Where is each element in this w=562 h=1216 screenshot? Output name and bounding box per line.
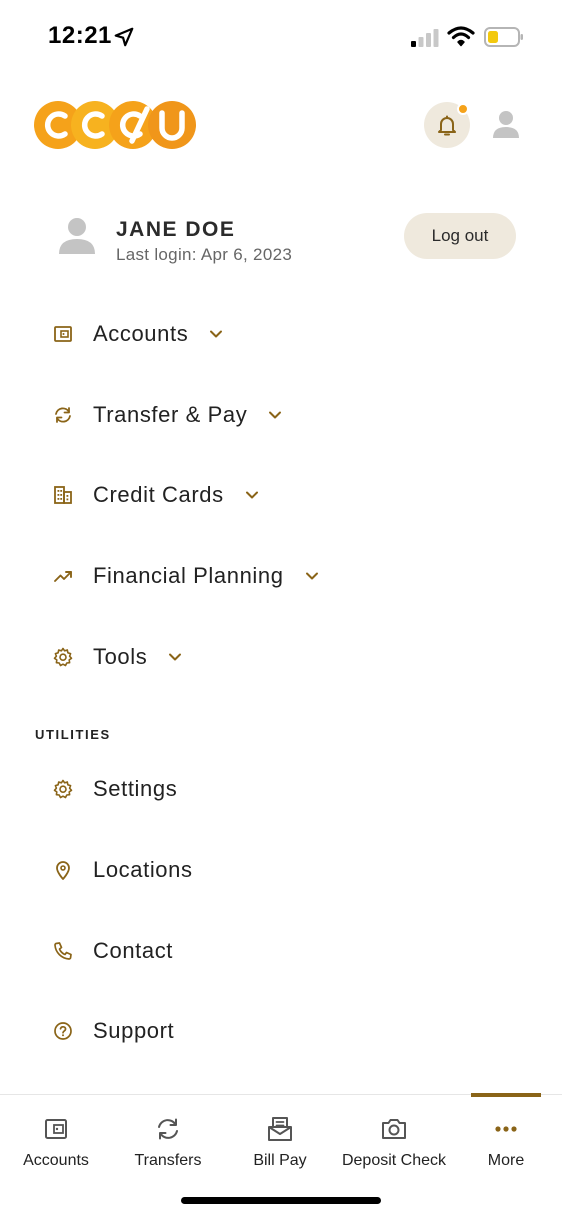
nav-label: Accounts	[23, 1152, 89, 1169]
camera-icon	[380, 1115, 408, 1143]
menu-item-label: Credit Cards	[93, 482, 224, 507]
gear-icon	[50, 644, 76, 670]
menu-item-label: Transfer & Pay	[93, 402, 248, 427]
menu-item-label: Settings	[93, 776, 178, 801]
chevron-down-icon	[208, 326, 224, 342]
menu-item-locations[interactable]: Locations	[50, 845, 193, 895]
wifi-icon	[447, 26, 475, 47]
bill-envelope-icon	[266, 1115, 294, 1143]
nav-tab-transfers[interactable]: Transfers	[122, 1095, 214, 1175]
status-time: 12:21	[48, 22, 112, 49]
nav-tab-accounts[interactable]: Accounts	[8, 1095, 104, 1175]
chevron-down-icon	[167, 649, 183, 665]
chevron-down-icon	[244, 487, 260, 503]
cccu-logo	[34, 101, 196, 149]
location-arrow-icon	[114, 27, 134, 47]
transfer-arrows-icon	[50, 402, 76, 428]
menu-item-credit-cards[interactable]: Credit Cards	[50, 470, 260, 520]
transfer-arrows-icon	[154, 1115, 182, 1143]
more-dots-icon	[492, 1115, 520, 1143]
last-login-text: Last login: Apr 6, 2023	[116, 245, 293, 264]
menu-item-settings[interactable]: Settings	[50, 764, 177, 814]
nav-tab-bill-pay[interactable]: Bill Pay	[240, 1095, 320, 1175]
chevron-down-icon	[267, 407, 283, 423]
menu-item-label: Support	[93, 1018, 175, 1043]
user-name: JANE DOE	[116, 218, 236, 241]
trending-up-icon	[50, 563, 76, 589]
chevron-down-icon	[304, 568, 320, 584]
cellular-signal-icon	[411, 29, 439, 47]
utilities-heading: UTILITIES	[35, 727, 111, 742]
map-pin-icon	[50, 857, 76, 883]
notification-badge	[457, 103, 469, 115]
nav-label: Transfers	[134, 1152, 202, 1169]
help-circle-icon	[50, 1018, 76, 1044]
menu-item-label: Tools	[93, 644, 148, 669]
menu-item-label: Contact	[93, 938, 174, 963]
menu-item-contact[interactable]: Contact	[50, 926, 173, 976]
menu-item-financial-planning[interactable]: Financial Planning	[50, 551, 320, 601]
wallet-icon	[42, 1115, 70, 1143]
gear-icon	[50, 776, 76, 802]
nav-tab-more[interactable]: More	[471, 1095, 541, 1175]
nav-label: Deposit Check	[341, 1152, 447, 1169]
menu-item-label: Financial Planning	[93, 563, 284, 588]
menu-item-accounts[interactable]: Accounts	[50, 309, 224, 359]
menu-item-tools[interactable]: Tools	[50, 632, 183, 682]
nav-label: Bill Pay	[253, 1152, 307, 1169]
menu-item-transfer-pay[interactable]: Transfer & Pay	[50, 390, 283, 440]
menu-item-label: Locations	[93, 857, 193, 882]
profile-avatar-icon[interactable]	[490, 108, 522, 140]
building-icon	[50, 482, 76, 508]
notifications-button[interactable]	[424, 102, 470, 148]
logout-button[interactable]: Log out	[404, 213, 516, 259]
nav-label: More	[487, 1152, 525, 1169]
menu-item-support[interactable]: Support	[50, 1006, 174, 1056]
bell-icon	[438, 115, 456, 136]
wallet-icon	[50, 321, 76, 347]
phone-icon	[50, 938, 76, 964]
battery-icon	[484, 27, 523, 47]
nav-tab-deposit-check[interactable]: Deposit Check	[334, 1095, 454, 1175]
menu-item-label: Accounts	[93, 321, 189, 346]
home-indicator[interactable]	[181, 1197, 381, 1204]
status-bar: 12:21	[0, 0, 562, 70]
user-avatar-icon	[59, 218, 95, 254]
